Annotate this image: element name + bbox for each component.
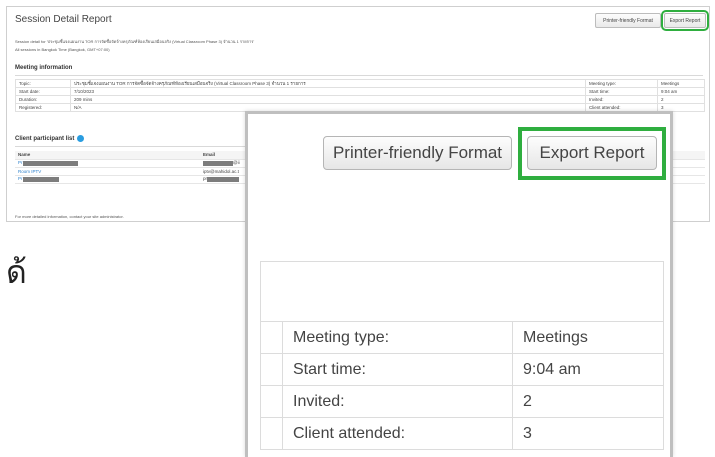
meeting-value2: 2 (657, 95, 705, 104)
meeting-value: 7/10/2023 (70, 87, 586, 96)
detail-label: Invited: (282, 385, 513, 418)
meeting-key2: Start time: (585, 87, 658, 96)
redacted-block (203, 160, 233, 166)
detail-value: Meetings (512, 321, 664, 354)
col-name-header: Name (15, 151, 200, 160)
thai-text-fragment: ด้ (6, 253, 27, 291)
meeting-value: 209 mins (70, 95, 586, 104)
table-row: Duration: 209 mins Invited: 2 (15, 95, 705, 104)
meeting-key2: Meeting type: (585, 79, 658, 88)
export-report-button-small[interactable]: Export Report (661, 10, 709, 31)
admin-contact-note: For more detailed information, contact y… (15, 214, 124, 219)
session-detail-line: Session detail for 'ประชุมชี้แจงแผนงาน T… (15, 39, 255, 44)
spacer-cell (260, 353, 283, 386)
zoomed-callout: Printer-friendly Format Export Report Me… (245, 111, 673, 457)
meeting-value2: 9:04 am (657, 87, 705, 96)
timezone-line: All sessions in Bangkok Time (Bangkok, G… (15, 47, 110, 52)
client-list-title: Client participant list (15, 135, 75, 142)
meeting-info-table: Topic: ประชุมชี้แจงแผนงาน TOR การจัดซื้อ… (15, 79, 705, 112)
report-title: Session Detail Report (15, 14, 112, 25)
client-name-link[interactable]: Room IPTV (18, 169, 41, 174)
table-row: Client attended: 3 (260, 417, 664, 450)
spacer-cell (260, 385, 283, 418)
meeting-details-table-zoomed: Meeting type: Meetings Start time: 9:04 … (260, 321, 664, 450)
section-divider (15, 146, 251, 147)
redacted-block (22, 176, 59, 182)
redacted-block (207, 176, 240, 182)
client-name-cell: Pr (15, 175, 200, 184)
printer-friendly-button[interactable]: Printer-friendly Format (323, 136, 512, 170)
meeting-value2: Meetings (657, 79, 705, 88)
meeting-value: ประชุมชี้แจงแผนงาน TOR การจัดซื้อจัดจ้าง… (70, 79, 586, 88)
spacer-cell (260, 417, 283, 450)
export-report-button[interactable]: Export Report (527, 136, 657, 170)
client-list-heading: Client participant list (15, 135, 85, 142)
detail-label: Meeting type: (282, 321, 513, 354)
client-name-cell: Room IPTV (15, 167, 200, 176)
detail-value: 9:04 am (512, 353, 664, 386)
redacted-block (22, 160, 78, 166)
meeting-key2: Invited: (585, 95, 658, 104)
printer-friendly-button-small[interactable]: Printer-friendly Format (595, 13, 661, 28)
meeting-info-heading: Meeting information (15, 65, 73, 71)
detail-value: 3 (512, 417, 664, 450)
detail-label: Start time: (282, 353, 513, 386)
table-row: Start time: 9:04 am (260, 353, 664, 386)
table-row: Meeting type: Meetings (260, 321, 664, 354)
detail-label: Client attended: (282, 417, 513, 450)
meeting-key: Duration: (15, 95, 71, 104)
meeting-key: Topic: (15, 79, 71, 88)
table-top-area (260, 261, 664, 321)
table-row: Start date: 7/10/2023 Start time: 9:04 a… (15, 87, 705, 96)
spacer-cell (260, 321, 283, 354)
table-row: Invited: 2 (260, 385, 664, 418)
detail-value: 2 (512, 385, 664, 418)
client-name-cell: Pr (15, 159, 200, 168)
meeting-key: Registered: (15, 103, 71, 112)
meeting-key: Start date: (15, 87, 71, 96)
client-email: @ii (233, 160, 240, 166)
section-divider (15, 75, 703, 76)
table-row: Topic: ประชุมชี้แจงแผนงาน TOR การจัดซื้อ… (15, 79, 705, 88)
info-icon[interactable] (77, 135, 85, 142)
